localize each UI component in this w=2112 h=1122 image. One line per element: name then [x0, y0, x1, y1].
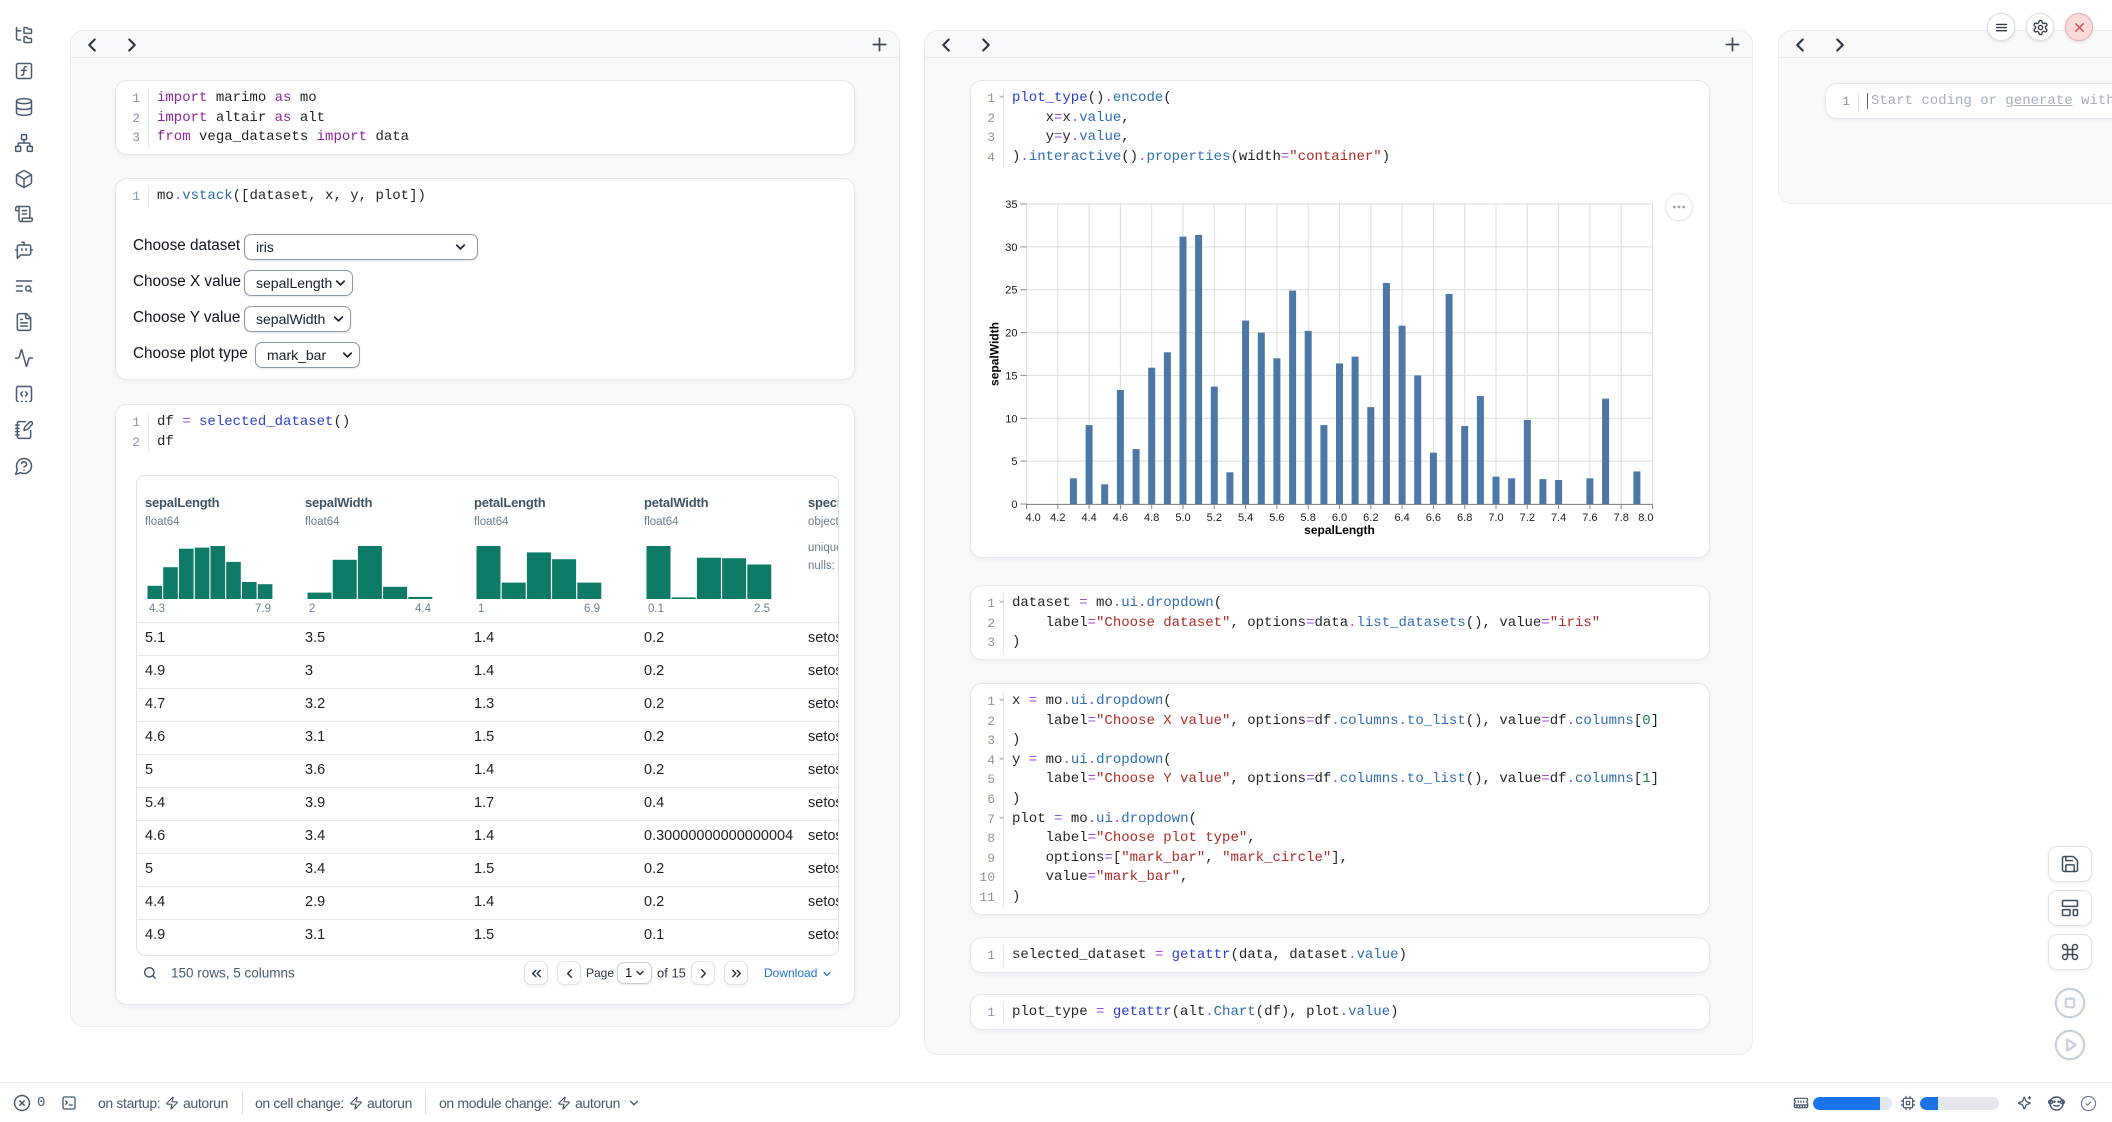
svg-text:30: 30 [1005, 242, 1017, 254]
svg-text:25: 25 [1005, 285, 1017, 297]
svg-text:6.8: 6.8 [1457, 512, 1472, 524]
svg-text:5.6: 5.6 [1269, 512, 1284, 524]
svg-text:7.6: 7.6 [1582, 512, 1597, 524]
svg-text:4.8: 4.8 [1144, 512, 1159, 524]
svg-text:sepalLength: sepalLength [1304, 523, 1375, 537]
svg-text:4.4: 4.4 [1081, 512, 1096, 524]
svg-text:35: 35 [1005, 199, 1017, 211]
svg-text:7.8: 7.8 [1614, 512, 1629, 524]
svg-text:6.6: 6.6 [1426, 512, 1441, 524]
svg-text:4.6: 4.6 [1113, 512, 1128, 524]
svg-text:5.4: 5.4 [1238, 512, 1253, 524]
svg-text:0: 0 [1011, 499, 1017, 511]
svg-text:10: 10 [1005, 413, 1017, 425]
svg-text:7.4: 7.4 [1551, 512, 1566, 524]
svg-text:4.0: 4.0 [1026, 512, 1041, 524]
svg-text:5: 5 [1011, 456, 1017, 468]
svg-text:15: 15 [1005, 370, 1017, 382]
svg-text:4.2: 4.2 [1050, 512, 1065, 524]
svg-text:20: 20 [1005, 328, 1017, 340]
svg-text:sepalWidth: sepalWidth [988, 322, 1002, 386]
svg-text:7.0: 7.0 [1488, 512, 1503, 524]
svg-text:5.2: 5.2 [1207, 512, 1222, 524]
svg-text:8.0: 8.0 [1638, 512, 1653, 524]
svg-text:6.4: 6.4 [1394, 512, 1409, 524]
svg-text:7.2: 7.2 [1520, 512, 1535, 524]
svg-text:5.0: 5.0 [1175, 512, 1190, 524]
